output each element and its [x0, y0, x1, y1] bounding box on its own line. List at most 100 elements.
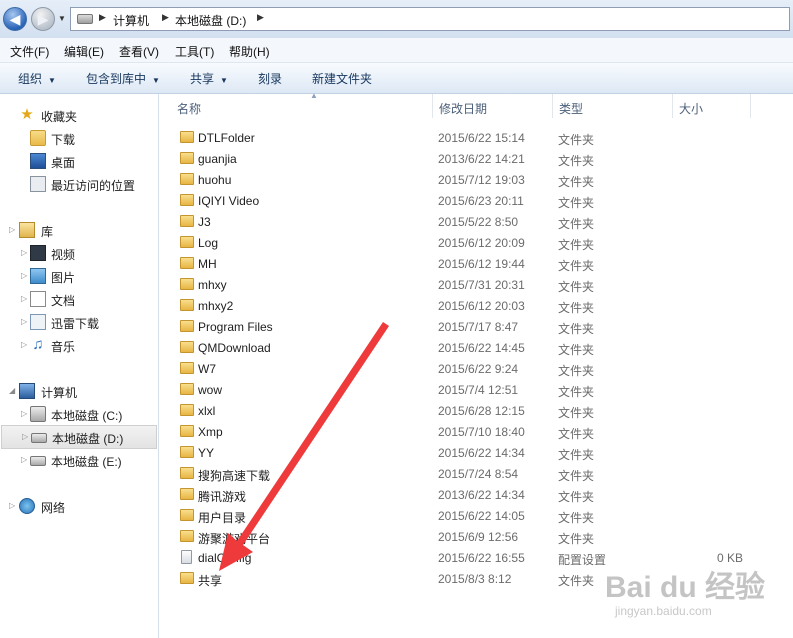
nav-libraries[interactable]: ▷ 库	[0, 219, 157, 241]
breadcrumb-computer[interactable]: 计算机	[113, 12, 149, 29]
back-button[interactable]: ◀	[3, 7, 27, 31]
file-row[interactable]: mhxy2 2015/6/12 20:03 文件夹	[159, 295, 793, 316]
file-type: 文件夹	[558, 217, 595, 231]
file-row[interactable]: 搜狗高速下载 2015/7/24 8:54 文件夹	[159, 463, 793, 484]
file-name: YY	[198, 446, 215, 460]
menu-view[interactable]: 查看(V)	[119, 43, 159, 60]
nav-music[interactable]: ▷ ♫ 音乐	[0, 334, 157, 356]
file-name: Program Files	[198, 320, 273, 334]
nav-recent-places[interactable]: 最近访问的位置	[0, 173, 157, 195]
file-name: QMDownload	[198, 341, 271, 355]
expand-arrow-icon[interactable]: ▷	[21, 455, 27, 464]
file-row[interactable]: Log 2015/6/12 20:09 文件夹	[159, 232, 793, 253]
nav-favorites[interactable]: ★ 收藏夹	[0, 104, 157, 126]
nav-label: 视频	[51, 248, 76, 262]
nav-videos[interactable]: ▷ 视频	[0, 242, 157, 264]
nav-desktop[interactable]: 桌面	[0, 150, 157, 172]
file-name: IQIYI Video	[198, 194, 260, 208]
share-button[interactable]: 共享 ▼	[190, 70, 228, 87]
chevron-right-icon[interactable]: ▶	[257, 12, 264, 23]
file-row[interactable]: guanjia 2013/6/22 14:21 文件夹	[159, 148, 793, 169]
nav-downloads[interactable]: 下载	[0, 127, 157, 149]
music-note-icon: ♫	[32, 336, 44, 353]
expand-arrow-icon[interactable]: ▷	[21, 271, 27, 280]
nav-label: 本地磁盘 (D:)	[52, 432, 124, 446]
file-date: 2015/6/12 19:44	[438, 257, 525, 271]
file-name: J3	[198, 215, 211, 229]
file-type: 文件夹	[558, 343, 595, 357]
expand-arrow-icon[interactable]: ▷	[21, 317, 27, 326]
expand-arrow-icon[interactable]: ▷	[21, 294, 27, 303]
new-folder-button[interactable]: 新建文件夹	[312, 70, 372, 87]
dropdown-arrow-icon: ▼	[152, 76, 160, 85]
folder-icon	[180, 446, 194, 458]
expand-arrow-icon[interactable]: ▷	[9, 225, 15, 234]
file-row[interactable]: Xmp 2015/7/10 18:40 文件夹	[159, 421, 793, 442]
file-row[interactable]: QMDownload 2015/6/22 14:45 文件夹	[159, 337, 793, 358]
column-header-modified[interactable]: 修改日期	[433, 94, 553, 118]
file-row[interactable]: IQIYI Video 2015/6/23 20:11 文件夹	[159, 190, 793, 211]
menu-file[interactable]: 文件(F)	[10, 43, 49, 60]
organize-label: 组织	[18, 72, 43, 86]
file-type: 文件夹	[558, 532, 595, 546]
file-row[interactable]: J3 2015/5/22 8:50 文件夹	[159, 211, 793, 232]
file-row[interactable]: Program Files 2015/7/17 8:47 文件夹	[159, 316, 793, 337]
collapse-arrow-icon[interactable]: ◢	[9, 386, 15, 395]
file-date: 2015/6/9 12:56	[438, 530, 519, 544]
file-row[interactable]: YY 2015/6/22 14:34 文件夹	[159, 442, 793, 463]
nav-pictures[interactable]: ▷ 图片	[0, 265, 157, 287]
menu-tools[interactable]: 工具(T)	[175, 43, 214, 60]
recent-pages-dropdown[interactable]: ▼	[58, 14, 68, 24]
column-header-type[interactable]: 类型	[553, 94, 673, 118]
column-header-name[interactable]: 名称 ▲	[171, 91, 433, 118]
expand-arrow-icon[interactable]: ▷	[22, 432, 28, 441]
breadcrumb-drive-d[interactable]: 本地磁盘 (D:)	[175, 12, 246, 29]
burn-button[interactable]: 刻录	[258, 70, 282, 87]
file-date: 2015/7/24 8:54	[438, 467, 519, 481]
file-row[interactable]: 用户目录 2015/6/22 14:05 文件夹	[159, 505, 793, 526]
nav-drive-d[interactable]: ▷ 本地磁盘 (D:)	[1, 425, 157, 449]
nav-drive-c[interactable]: ▷ 本地磁盘 (C:)	[0, 403, 157, 425]
chevron-right-icon[interactable]: ▶	[99, 12, 106, 23]
nav-network[interactable]: ▷ 网络	[0, 495, 157, 517]
nav-label: 迅雷下载	[51, 317, 100, 331]
nav-computer[interactable]: ◢ 计算机	[0, 380, 157, 402]
file-row[interactable]: 游聚游戏平台 2015/6/9 12:56 文件夹	[159, 526, 793, 547]
nav-documents[interactable]: ▷ 文档	[0, 288, 157, 310]
menu-edit[interactable]: 编辑(E)	[64, 43, 104, 60]
file-row[interactable]: MH 2015/6/12 19:44 文件夹	[159, 253, 793, 274]
nav-label: 库	[41, 225, 54, 239]
file-row[interactable]: DTLFolder 2015/6/22 15:14 文件夹	[159, 127, 793, 148]
folder-icon	[180, 383, 194, 395]
chevron-right-icon[interactable]: ▶	[162, 12, 169, 23]
column-header-size[interactable]: 大小	[673, 94, 751, 118]
menu-help[interactable]: 帮助(H)	[229, 43, 270, 60]
watermark-logo: Bai du 经验	[605, 571, 766, 604]
star-icon: ★	[20, 106, 34, 123]
file-row[interactable]: xlxl 2015/6/28 12:15 文件夹	[159, 400, 793, 421]
file-date: 2015/6/22 14:05	[438, 509, 525, 523]
nav-drive-e[interactable]: ▷ 本地磁盘 (E:)	[0, 449, 157, 471]
file-row[interactable]: mhxy 2015/7/31 20:31 文件夹	[159, 274, 793, 295]
file-row[interactable]: W7 2015/6/22 9:24 文件夹	[159, 358, 793, 379]
file-row[interactable]: huohu 2015/7/12 19:03 文件夹	[159, 169, 793, 190]
file-name: mhxy2	[198, 299, 234, 313]
file-type: 文件夹	[558, 490, 595, 504]
expand-arrow-icon[interactable]: ▷	[21, 340, 27, 349]
address-box[interactable]: ▶ 计算机 ▶ 本地磁盘 (D:) ▶	[70, 7, 790, 31]
file-name: 腾讯游戏	[198, 490, 247, 504]
expand-arrow-icon[interactable]: ▷	[21, 409, 27, 418]
system-drive-icon	[30, 406, 46, 422]
nav-thunder-downloads[interactable]: ▷ 迅雷下载	[0, 311, 157, 333]
file-name: DTLFolder	[198, 131, 255, 145]
file-row[interactable]: wow 2015/7/4 12:51 文件夹	[159, 379, 793, 400]
file-row[interactable]: 腾讯游戏 2013/6/22 14:34 文件夹	[159, 484, 793, 505]
folder-icon	[180, 320, 194, 332]
organize-button[interactable]: 组织 ▼	[18, 70, 56, 87]
file-date: 2015/6/22 16:55	[438, 551, 525, 565]
expand-arrow-icon[interactable]: ▷	[9, 501, 15, 510]
expand-arrow-icon[interactable]: ▷	[21, 248, 27, 257]
forward-button[interactable]: ▶	[31, 7, 55, 31]
include-in-library-button[interactable]: 包含到库中 ▼	[86, 70, 160, 87]
file-list-pane: 名称 ▲ 修改日期 类型 大小 DTLFolder 2015/6/22 15:14…	[159, 91, 793, 638]
